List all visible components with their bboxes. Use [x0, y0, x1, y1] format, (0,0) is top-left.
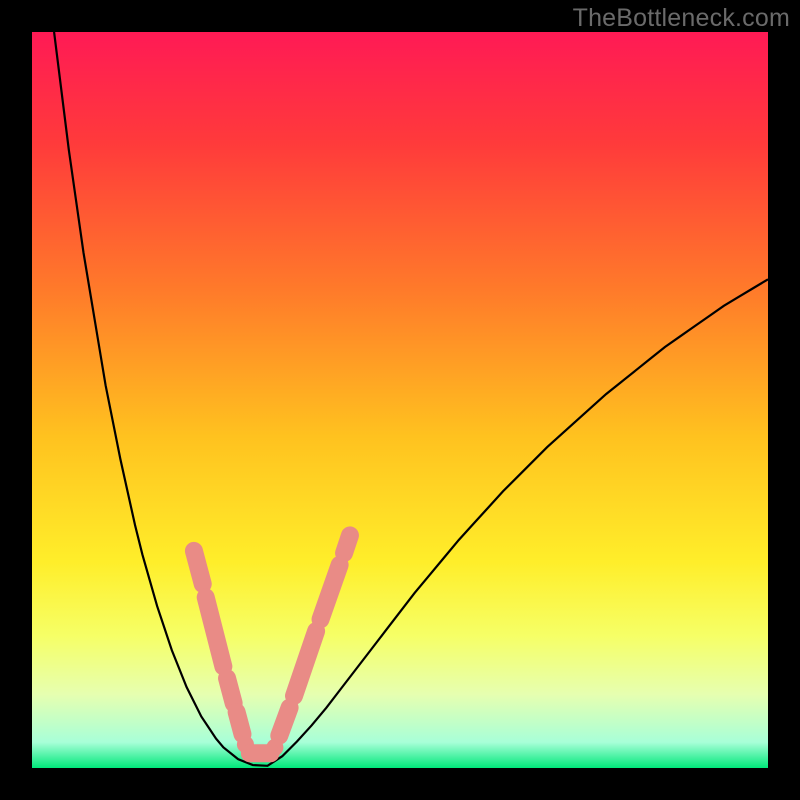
- marker-segment: [227, 678, 234, 703]
- chart-svg: [32, 32, 768, 768]
- gradient-background: [32, 32, 768, 768]
- outer-frame: TheBottleneck.com: [0, 0, 800, 800]
- marker-segment: [279, 708, 289, 736]
- watermark-text: TheBottleneck.com: [573, 4, 790, 33]
- marker-segment: [237, 712, 243, 734]
- plot-area: [32, 32, 768, 768]
- marker-segment: [344, 535, 350, 553]
- marker-segment: [194, 551, 203, 584]
